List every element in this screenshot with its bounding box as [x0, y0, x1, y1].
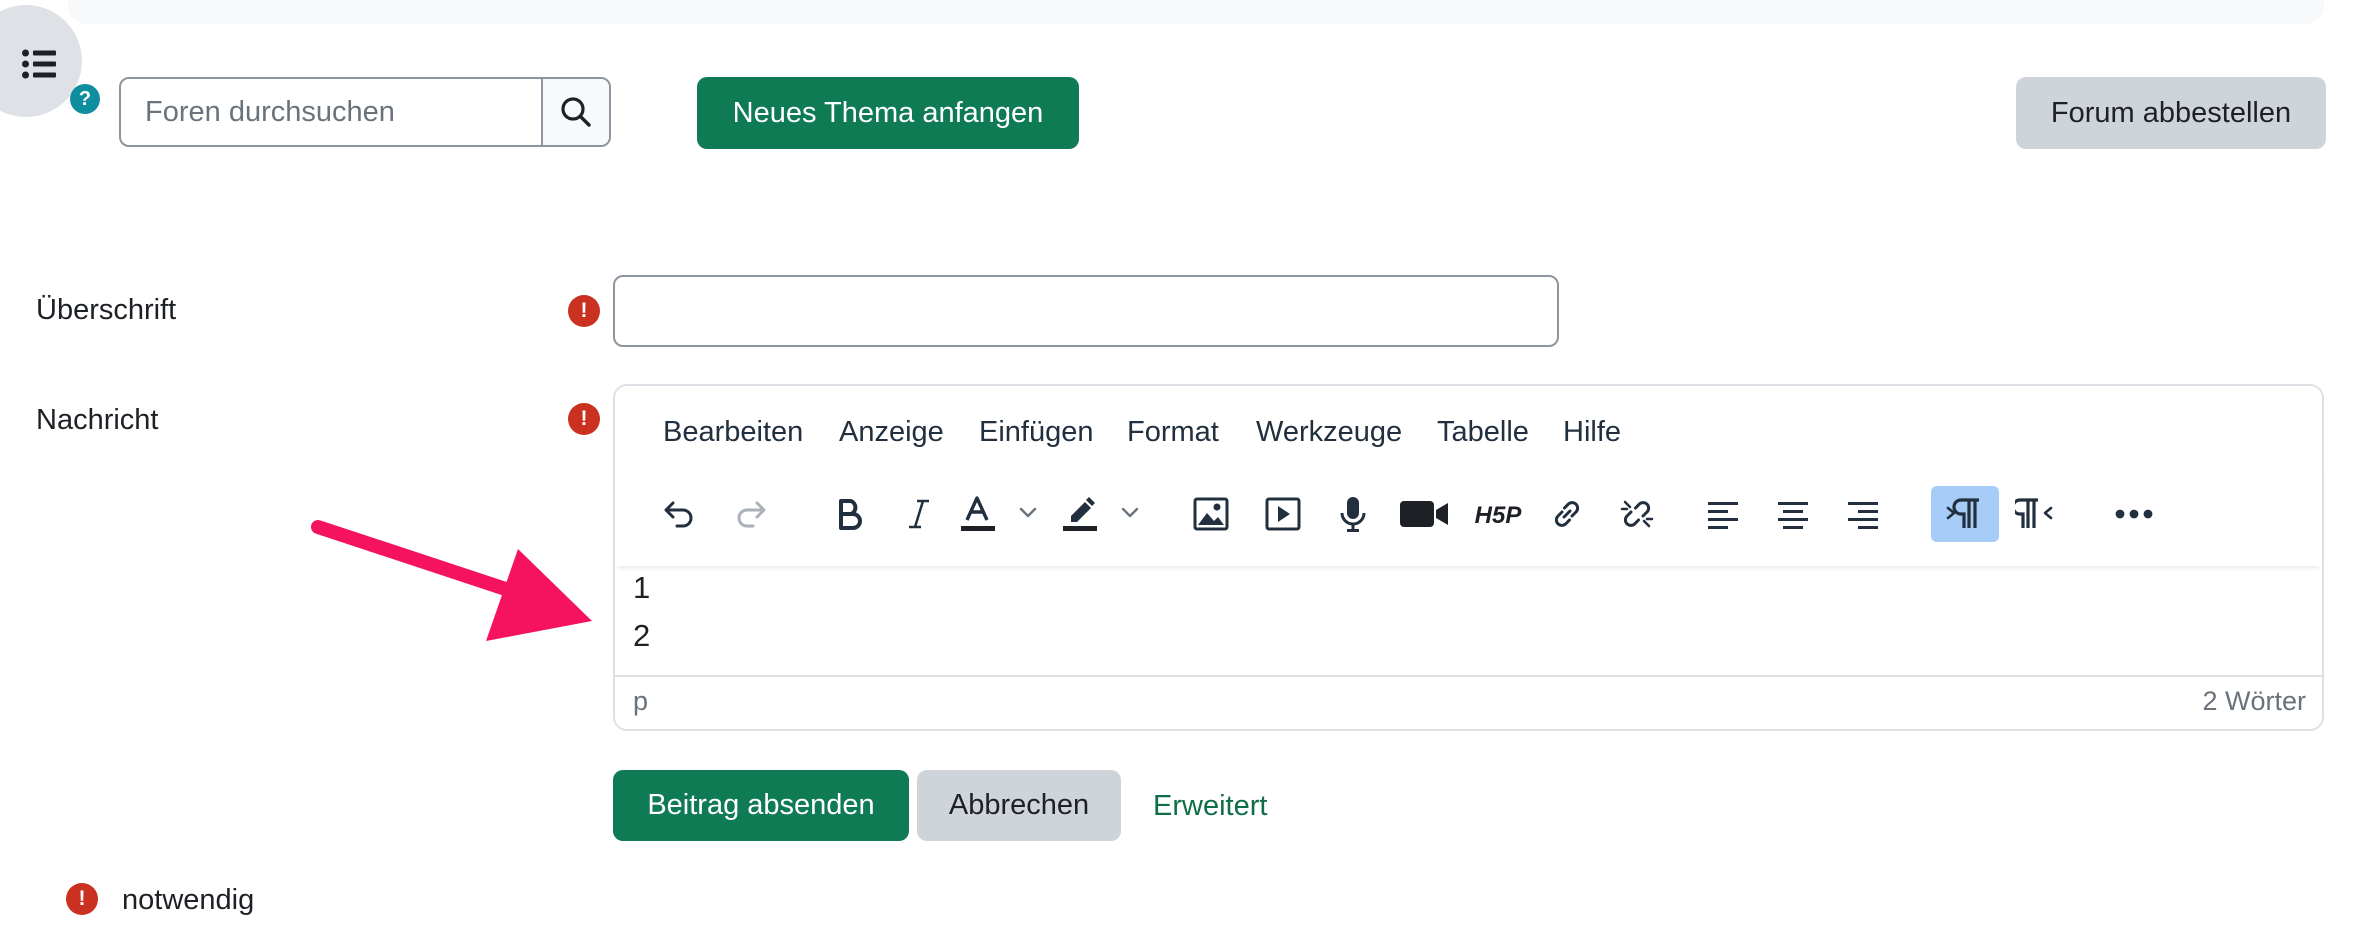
word-count[interactable]: 2 Wörter: [2202, 686, 2306, 717]
editor-menubar: Bearbeiten Anzeige Einfügen Format Werkz…: [615, 386, 2322, 466]
forum-search: [119, 77, 611, 147]
align-right-icon: [1848, 502, 1878, 529]
ltr-button[interactable]: [1931, 486, 1999, 542]
text-color-icon: [961, 496, 1037, 531]
bold-button[interactable]: [821, 486, 877, 542]
menu-insert[interactable]: Einfügen: [979, 416, 1094, 449]
required-icon: !: [568, 295, 600, 327]
media-icon: [1265, 497, 1301, 531]
menu-edit[interactable]: Bearbeiten: [663, 416, 803, 449]
rtl-icon: [2015, 498, 2053, 528]
unsubscribe-button[interactable]: Forum abbestellen: [2016, 77, 2326, 149]
advanced-link[interactable]: Erweitert: [1153, 790, 1267, 823]
page-header-strip: [68, 0, 2324, 24]
align-left-button[interactable]: [1695, 486, 1751, 542]
required-icon: !: [568, 403, 600, 435]
redo-icon: [737, 501, 766, 528]
undo-button[interactable]: [651, 486, 707, 542]
submit-post-button[interactable]: Beitrag absenden: [613, 770, 909, 841]
insert-media-button[interactable]: [1255, 486, 1311, 542]
ltr-icon: [1946, 498, 1979, 528]
content-line: 2: [633, 618, 651, 653]
unlink-icon: [1620, 500, 1654, 528]
bold-icon: [839, 499, 862, 530]
rich-text-editor: Bearbeiten Anzeige Einfügen Format Werkz…: [613, 384, 2324, 731]
required-icon: !: [66, 883, 98, 915]
element-path[interactable]: p: [633, 686, 648, 717]
redo-button[interactable]: [723, 486, 779, 542]
highlight-color-button[interactable]: [1057, 486, 1157, 542]
cancel-button[interactable]: Abbrechen: [917, 770, 1121, 841]
h5p-button[interactable]: H5P: [1465, 486, 1531, 542]
more-button[interactable]: [2101, 486, 2167, 542]
editor-toolbar: H5P: [615, 466, 2322, 566]
record-audio-button[interactable]: [1325, 486, 1381, 542]
align-right-button[interactable]: [1835, 486, 1891, 542]
editor-content[interactable]: 1 2: [615, 566, 2322, 666]
unlink-button[interactable]: [1609, 486, 1665, 542]
menu-format[interactable]: Format: [1127, 416, 1219, 449]
search-button[interactable]: [541, 79, 609, 145]
required-note: notwendig: [122, 884, 255, 916]
image-icon: [1193, 497, 1229, 531]
align-left-icon: [1708, 502, 1738, 529]
record-video-button[interactable]: [1391, 486, 1457, 542]
help-icon[interactable]: ?: [70, 84, 100, 114]
new-topic-button[interactable]: Neues Thema anfangen: [697, 77, 1079, 149]
search-icon: [561, 97, 591, 127]
italic-button[interactable]: [891, 486, 947, 542]
menu-table[interactable]: Tabelle: [1437, 416, 1529, 449]
align-center-button[interactable]: [1765, 486, 1821, 542]
subject-label: Überschrift: [36, 294, 177, 326]
record-audio-icon: [1340, 497, 1366, 532]
menu-view[interactable]: Anzeige: [839, 416, 944, 449]
menu-tools[interactable]: Werkzeuge: [1256, 416, 1402, 449]
italic-icon: [909, 499, 929, 529]
list-icon: [22, 49, 56, 79]
rtl-button[interactable]: [2007, 486, 2063, 542]
arrow-icon: [311, 520, 592, 641]
align-center-icon: [1778, 502, 1808, 529]
editor-statusbar: p 2 Wörter: [615, 675, 2322, 729]
subject-input[interactable]: [613, 275, 1559, 347]
link-button[interactable]: [1539, 486, 1595, 542]
svg-text:H5P: H5P: [1475, 502, 1523, 529]
more-icon: [2115, 509, 2153, 519]
text-color-button[interactable]: [955, 486, 1055, 542]
undo-icon: [664, 501, 693, 528]
message-label: Nachricht: [36, 404, 159, 436]
highlight-color-icon: [1063, 497, 1139, 531]
link-icon: [1554, 501, 1580, 527]
search-input[interactable]: [121, 79, 541, 145]
h5p-icon: H5P: [1475, 502, 1523, 529]
record-video-icon: [1400, 501, 1448, 527]
menu-help[interactable]: Hilfe: [1563, 416, 1621, 449]
content-line: 1: [633, 570, 651, 605]
insert-image-button[interactable]: [1183, 486, 1239, 542]
